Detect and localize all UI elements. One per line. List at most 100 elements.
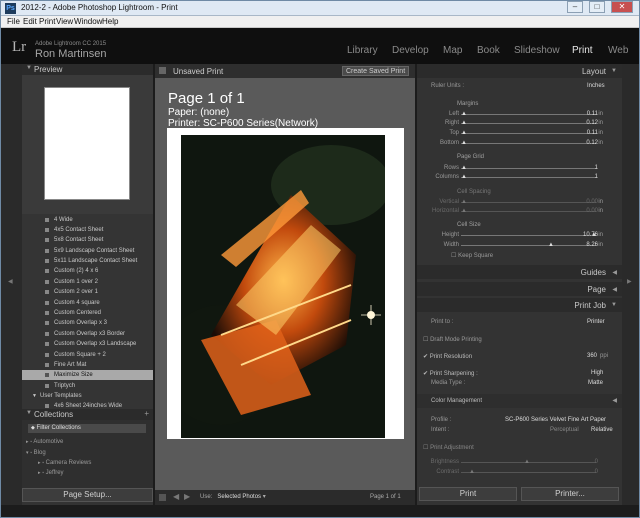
- vertical-spacing-slider[interactable]: Vertical ▲ 0.00 in: [417, 198, 622, 207]
- template-item[interactable]: Custom (2) 4 x 6: [22, 266, 153, 276]
- collection-item[interactable]: ▸ ▪ Camera Reviews: [38, 459, 91, 467]
- preview-header[interactable]: ▼ Preview: [22, 64, 153, 75]
- template-item[interactable]: Custom 1 over 2: [22, 277, 153, 287]
- template-item[interactable]: Triptych: [22, 381, 153, 391]
- columns-slider[interactable]: Columns ▲ 1: [417, 173, 622, 182]
- right-edge-panel[interactable]: ▶: [622, 64, 639, 505]
- rows-slider[interactable]: Rows ▲ 1: [417, 164, 622, 173]
- margin-left-slider[interactable]: Left ▲ 0.11 in: [417, 110, 622, 119]
- collection-item[interactable]: ▸ ▪ Automotive: [26, 438, 63, 446]
- print-resolution-value[interactable]: 360: [587, 353, 597, 359]
- close-icon[interactable]: ✕: [611, 1, 633, 13]
- menu-window[interactable]: Window: [74, 17, 102, 26]
- paper-info: Paper: (none): [168, 107, 230, 118]
- prev-page-icon[interactable]: ◀: [173, 492, 179, 501]
- print-button[interactable]: Print: [419, 487, 517, 501]
- slider-knob-icon[interactable]: ▲: [548, 242, 554, 248]
- print-adjustment-checkbox[interactable]: ☐ Print Adjustment: [423, 444, 474, 451]
- slider-knob-icon[interactable]: ▲: [461, 140, 467, 146]
- print-page: [167, 128, 404, 439]
- contrast-slider[interactable]: Contrast ▲ 0: [417, 468, 622, 477]
- page-header[interactable]: Page ◀: [417, 282, 622, 296]
- keep-square-checkbox[interactable]: ☐ Keep Square: [451, 252, 493, 259]
- template-item[interactable]: 5x8 Contact Sheet: [22, 235, 153, 245]
- horizontal-spacing-slider[interactable]: Horizontal ▲ 0.00 in: [417, 207, 622, 216]
- slider-knob-icon[interactable]: ▲: [461, 165, 467, 171]
- minimize-icon[interactable]: –: [567, 1, 583, 13]
- template-item[interactable]: 4x5 Contact Sheet: [22, 225, 153, 235]
- print-resolution-checkbox[interactable]: ✔ Print Resolution: [423, 353, 472, 360]
- photo-cell[interactable]: [181, 135, 385, 438]
- slider-knob-icon[interactable]: ▲: [461, 174, 467, 180]
- template-item[interactable]: Fine Art Mat: [22, 360, 153, 370]
- profile-select[interactable]: SC-P600 Series Velvet Fine Art Paper: [505, 417, 606, 423]
- slider-knob-icon[interactable]: ▲: [461, 199, 467, 205]
- print-to-select[interactable]: Printer: [587, 319, 605, 325]
- template-item[interactable]: Custom 4 square: [22, 298, 153, 308]
- print-sharpening-select[interactable]: High: [591, 370, 603, 376]
- template-item[interactable]: 5x11 Landscape Contact Sheet: [22, 256, 153, 266]
- module-print[interactable]: Print: [572, 45, 593, 56]
- print-sharpening-checkbox[interactable]: ✔ Print Sharpening :: [423, 370, 478, 377]
- collapse-left-icon[interactable]: ◀: [8, 278, 13, 285]
- app-icon: Ps: [5, 3, 16, 14]
- template-item[interactable]: 4 Wide: [22, 215, 153, 225]
- slider-knob-icon[interactable]: ▲: [469, 469, 475, 475]
- template-item[interactable]: Custom Overlap x3 Border: [22, 329, 153, 339]
- module-web[interactable]: Web: [608, 45, 628, 56]
- guides-header[interactable]: Guides ◀: [417, 265, 622, 279]
- template-item[interactable]: Custom Overlap x3 Landscape: [22, 339, 153, 349]
- first-page-icon[interactable]: [159, 494, 166, 501]
- template-item[interactable]: Custom Square + 2: [22, 350, 153, 360]
- brightness-slider[interactable]: Brightness ▲ 0: [417, 458, 622, 467]
- menu-help[interactable]: Help: [102, 17, 118, 26]
- module-book[interactable]: Book: [477, 45, 500, 56]
- collections-header[interactable]: ▼ Collections +: [22, 409, 153, 420]
- create-saved-print-button[interactable]: Create Saved Print: [342, 66, 410, 76]
- intent-perceptual-option[interactable]: Perceptual: [550, 427, 579, 433]
- module-map[interactable]: Map: [443, 45, 462, 56]
- use-selector[interactable]: Use: Selected Photos ▾: [200, 493, 266, 500]
- next-page-icon[interactable]: ▶: [184, 492, 190, 501]
- module-slideshow[interactable]: Slideshow: [514, 45, 560, 56]
- add-collection-icon[interactable]: +: [144, 409, 149, 418]
- page-setup-button[interactable]: Page Setup...: [22, 488, 153, 502]
- module-develop[interactable]: Develop: [392, 45, 429, 56]
- slider-knob-icon[interactable]: ▲: [524, 459, 530, 465]
- intent-relative-option[interactable]: Relative: [591, 427, 613, 433]
- maximize-icon[interactable]: □: [589, 1, 605, 13]
- template-item[interactable]: Custom Overlap x 3: [22, 318, 153, 328]
- slider-knob-icon[interactable]: ▲: [461, 208, 467, 214]
- menu-file[interactable]: File: [7, 17, 20, 26]
- collection-item[interactable]: ▸ ▪ Jeffrey: [38, 469, 64, 477]
- slider-knob-icon[interactable]: ▲: [461, 130, 467, 136]
- template-item[interactable]: 5x9 Landscape Contact Sheet: [22, 246, 153, 256]
- menu-edit[interactable]: Edit: [23, 17, 37, 26]
- draft-mode-checkbox[interactable]: ☐ Draft Mode Printing: [423, 336, 482, 343]
- left-edge-panel[interactable]: ◀: [1, 64, 22, 505]
- slider-knob-icon[interactable]: ▲: [461, 111, 467, 117]
- collapse-right-icon[interactable]: ▶: [627, 278, 632, 285]
- template-item[interactable]: Custom 2 over 1: [22, 287, 153, 297]
- cell-width-slider[interactable]: Width ▲ 8.26 in: [417, 241, 622, 250]
- template-item-selected[interactable]: Maximize Size: [22, 370, 153, 380]
- margin-top-slider[interactable]: Top ▲ 0.11 in: [417, 129, 622, 138]
- title-bar: Ps 2012-2 - Adobe Photoshop Lightroom - …: [1, 1, 639, 16]
- cell-height-slider[interactable]: Height ▲ 10.76 in: [417, 231, 622, 240]
- color-management-header[interactable]: Color Management ◀: [417, 394, 622, 408]
- collection-item[interactable]: ▾ ▪ Blog: [26, 449, 46, 457]
- user-templates-folder[interactable]: ▼ User Templates: [22, 391, 153, 401]
- margin-right-slider[interactable]: Right ▲ 0.12 in: [417, 119, 622, 128]
- margin-bottom-slider[interactable]: Bottom ▲ 0.12 in: [417, 139, 622, 148]
- template-item[interactable]: Custom Centered: [22, 308, 153, 318]
- menu-print[interactable]: Print: [39, 17, 55, 26]
- layout-header[interactable]: Layout ▼: [417, 64, 622, 78]
- module-library[interactable]: Library: [347, 45, 378, 56]
- menu-view[interactable]: View: [56, 17, 73, 26]
- ruler-units-select[interactable]: Inches: [587, 83, 605, 89]
- slider-knob-icon[interactable]: ▲: [461, 120, 467, 126]
- filter-collections-field[interactable]: ◆ Filter Collections: [28, 424, 146, 433]
- printer-button[interactable]: Printer...: [521, 487, 619, 501]
- print-job-header[interactable]: Print Job ▼: [417, 298, 622, 312]
- media-type-select[interactable]: Matte: [588, 380, 603, 386]
